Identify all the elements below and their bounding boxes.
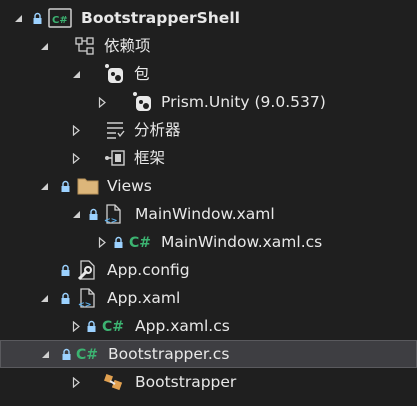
tree-item-label: BootstrapperShell [81, 9, 240, 27]
tree-item-bootstrapper-class[interactable]: Bootstrapper [0, 368, 417, 396]
collapsed-arrow-icon[interactable] [96, 96, 108, 108]
lock-icon [88, 208, 99, 221]
expanded-arrow-icon[interactable] [12, 12, 24, 24]
collapsed-arrow-icon[interactable] [70, 152, 82, 164]
tree-item-label: 分析器 [134, 121, 181, 139]
tree-item-label: Views [107, 177, 152, 195]
collapsed-arrow-icon[interactable] [70, 320, 82, 332]
collapsed-arrow-icon[interactable] [70, 124, 82, 136]
tree-item-app-xaml-cs[interactable]: C# App.xaml.cs [0, 312, 417, 340]
tree-item-bootstrapper-cs[interactable]: C# Bootstrapper.cs [0, 340, 417, 368]
expanded-arrow-icon[interactable] [38, 292, 50, 304]
tree-item-label: Bootstrapper.cs [108, 345, 230, 363]
lock-icon [32, 12, 43, 25]
xaml-file-icon: <> [102, 203, 124, 225]
tree-item-analyzers[interactable]: 分析器 [0, 116, 417, 144]
nuget-package-icon [104, 63, 126, 85]
csharp-file-icon: C# [101, 315, 131, 337]
lock-icon [60, 264, 71, 277]
solution-explorer-tree: C# BootstrapperShell 依赖项 包 Prism.Unity (… [0, 0, 417, 406]
lock-icon [61, 348, 72, 361]
tree-item-bootstrappershell[interactable]: C# BootstrapperShell [0, 4, 417, 32]
collapsed-arrow-icon[interactable] [70, 376, 82, 388]
csharp-file-icon: C# [75, 343, 105, 365]
folder-icon [76, 175, 100, 197]
tree-item-packages[interactable]: 包 [0, 60, 417, 88]
svg-text:<>: <> [78, 300, 91, 309]
csharp-project-icon: C# [48, 7, 72, 29]
tree-item-app-config[interactable]: App.config [0, 256, 417, 284]
expanded-arrow-icon[interactable] [38, 180, 50, 192]
tree-item-label: MainWindow.xaml.cs [161, 233, 323, 251]
tree-item-label: 包 [134, 65, 150, 83]
tree-item-frameworks[interactable]: 框架 [0, 144, 417, 172]
tree-item-label: App.xaml [107, 289, 181, 307]
framework-icon [104, 147, 126, 169]
svg-text:C#: C# [52, 15, 68, 26]
tree-item-mainwindow-xaml[interactable]: <> MainWindow.xaml [0, 200, 417, 228]
tree-item-dependencies[interactable]: 依赖项 [0, 32, 417, 60]
tree-item-label: 框架 [134, 149, 166, 167]
lock-icon [60, 180, 71, 193]
tree-item-label: MainWindow.xaml [135, 205, 275, 223]
tree-item-label: 依赖项 [104, 37, 151, 55]
lock-icon [113, 236, 124, 249]
nuget-package-icon [132, 91, 154, 113]
analyzer-icon [104, 119, 126, 141]
tree-item-app-xaml[interactable]: <> App.xaml [0, 284, 417, 312]
collapsed-arrow-icon[interactable] [96, 236, 108, 248]
csharp-file-icon: C# [128, 231, 158, 253]
svg-text:C#: C# [129, 235, 151, 251]
tree-item-prism-unity[interactable]: Prism.Unity (9.0.537) [0, 88, 417, 116]
lock-icon [60, 292, 71, 305]
class-icon [102, 371, 124, 393]
expanded-arrow-icon[interactable] [38, 40, 50, 52]
xaml-file-icon: <> [76, 287, 98, 309]
svg-text:C#: C# [76, 347, 98, 363]
svg-text:<>: <> [104, 216, 117, 225]
tree-item-label: Bootstrapper [135, 373, 237, 391]
lock-icon [86, 320, 97, 333]
tree-item-mainwindow-xaml-cs[interactable]: C# MainWindow.xaml.cs [0, 228, 417, 256]
expanded-arrow-icon[interactable] [39, 348, 51, 360]
dependencies-icon [74, 35, 96, 57]
tree-item-label: App.config [107, 261, 190, 279]
tree-item-label: Prism.Unity (9.0.537) [161, 93, 326, 111]
tree-item-views-folder[interactable]: Views [0, 172, 417, 200]
expanded-arrow-icon[interactable] [70, 68, 82, 80]
svg-text:C#: C# [102, 319, 124, 335]
config-file-icon [76, 259, 98, 281]
tree-item-label: App.xaml.cs [135, 317, 230, 335]
expanded-arrow-icon[interactable] [70, 208, 82, 220]
